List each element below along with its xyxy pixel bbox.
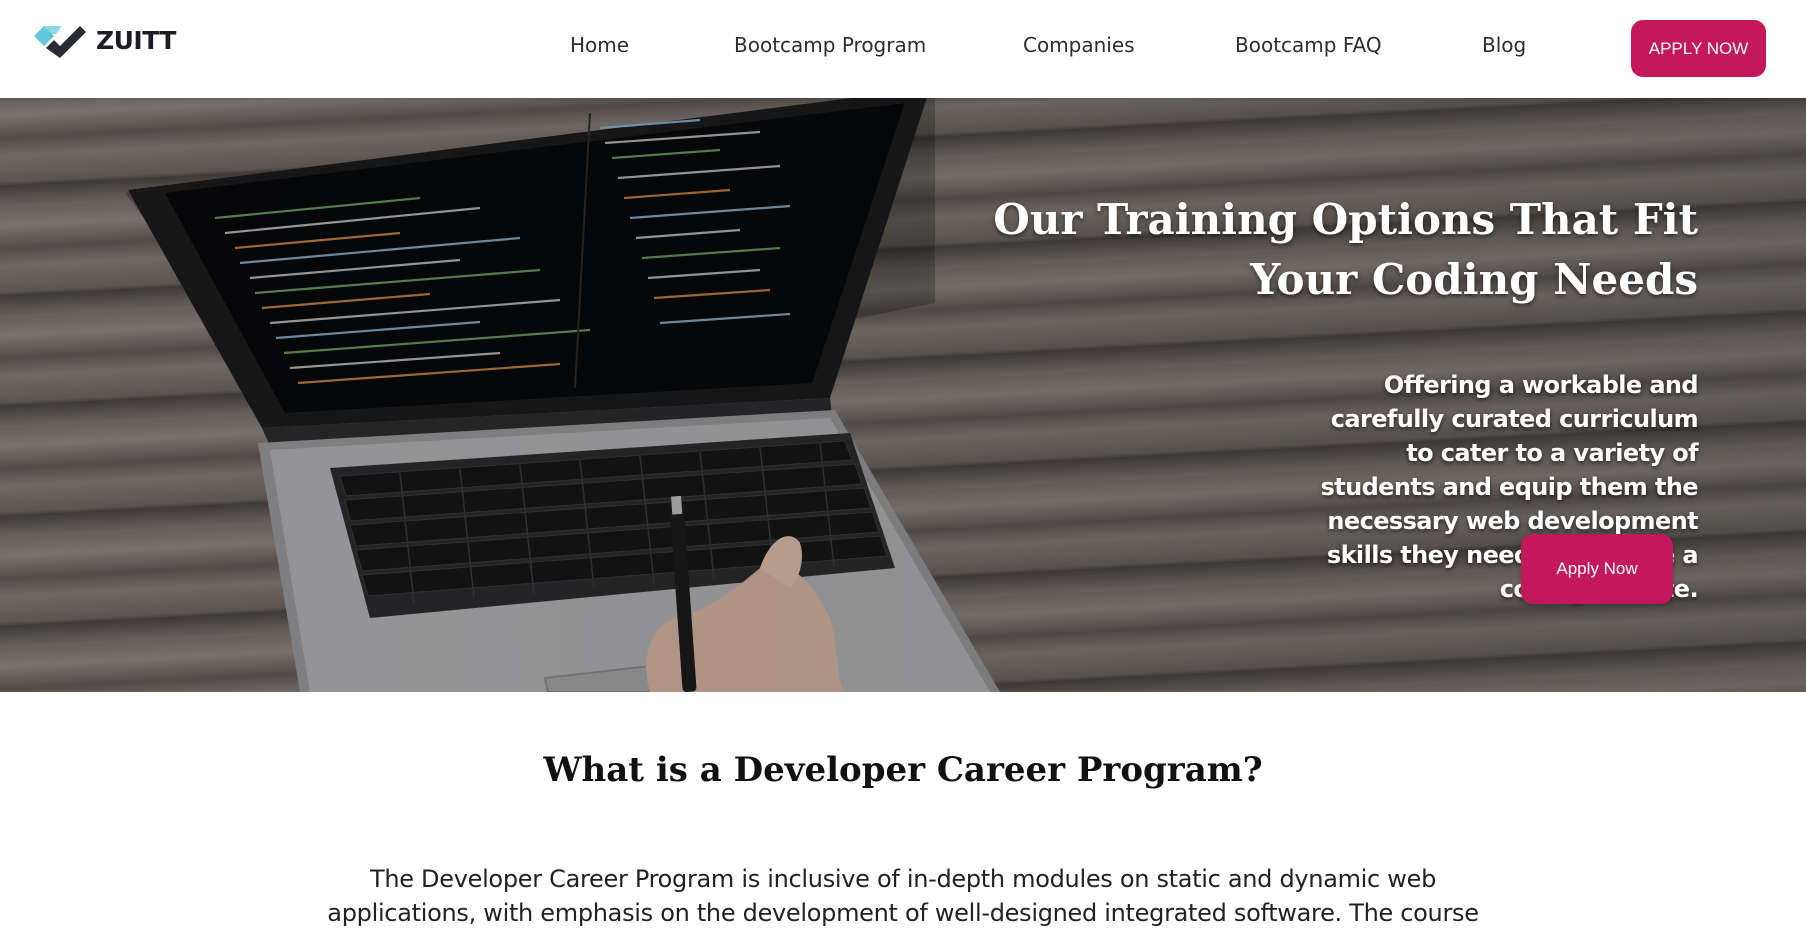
nav-bootcamp-program[interactable]: Bootcamp Program: [734, 33, 926, 57]
nav-blog[interactable]: Blog: [1482, 33, 1526, 57]
nav-companies[interactable]: Companies: [1023, 33, 1135, 57]
hero-apply-now-button[interactable]: Apply Now: [1521, 534, 1673, 604]
nav-bootcamp-faq[interactable]: Bootcamp FAQ: [1235, 33, 1382, 57]
nav-home[interactable]: Home: [570, 33, 629, 57]
section-heading: What is a Developer Career Program?: [543, 750, 1263, 790]
site-header: ZUITT Home Bootcamp Program Companies Bo…: [0, 0, 1806, 98]
brand-logo-link[interactable]: ZUITT: [32, 18, 176, 62]
header-apply-now-button[interactable]: APPLY NOW: [1631, 20, 1766, 77]
brand-name: ZUITT: [96, 25, 176, 55]
zuitt-logo-icon: [34, 26, 86, 58]
section-body-text: The Developer Career Program is inclusiv…: [327, 865, 1479, 927]
hero-title: Our Training Options That Fit Your Codin…: [993, 195, 1698, 304]
